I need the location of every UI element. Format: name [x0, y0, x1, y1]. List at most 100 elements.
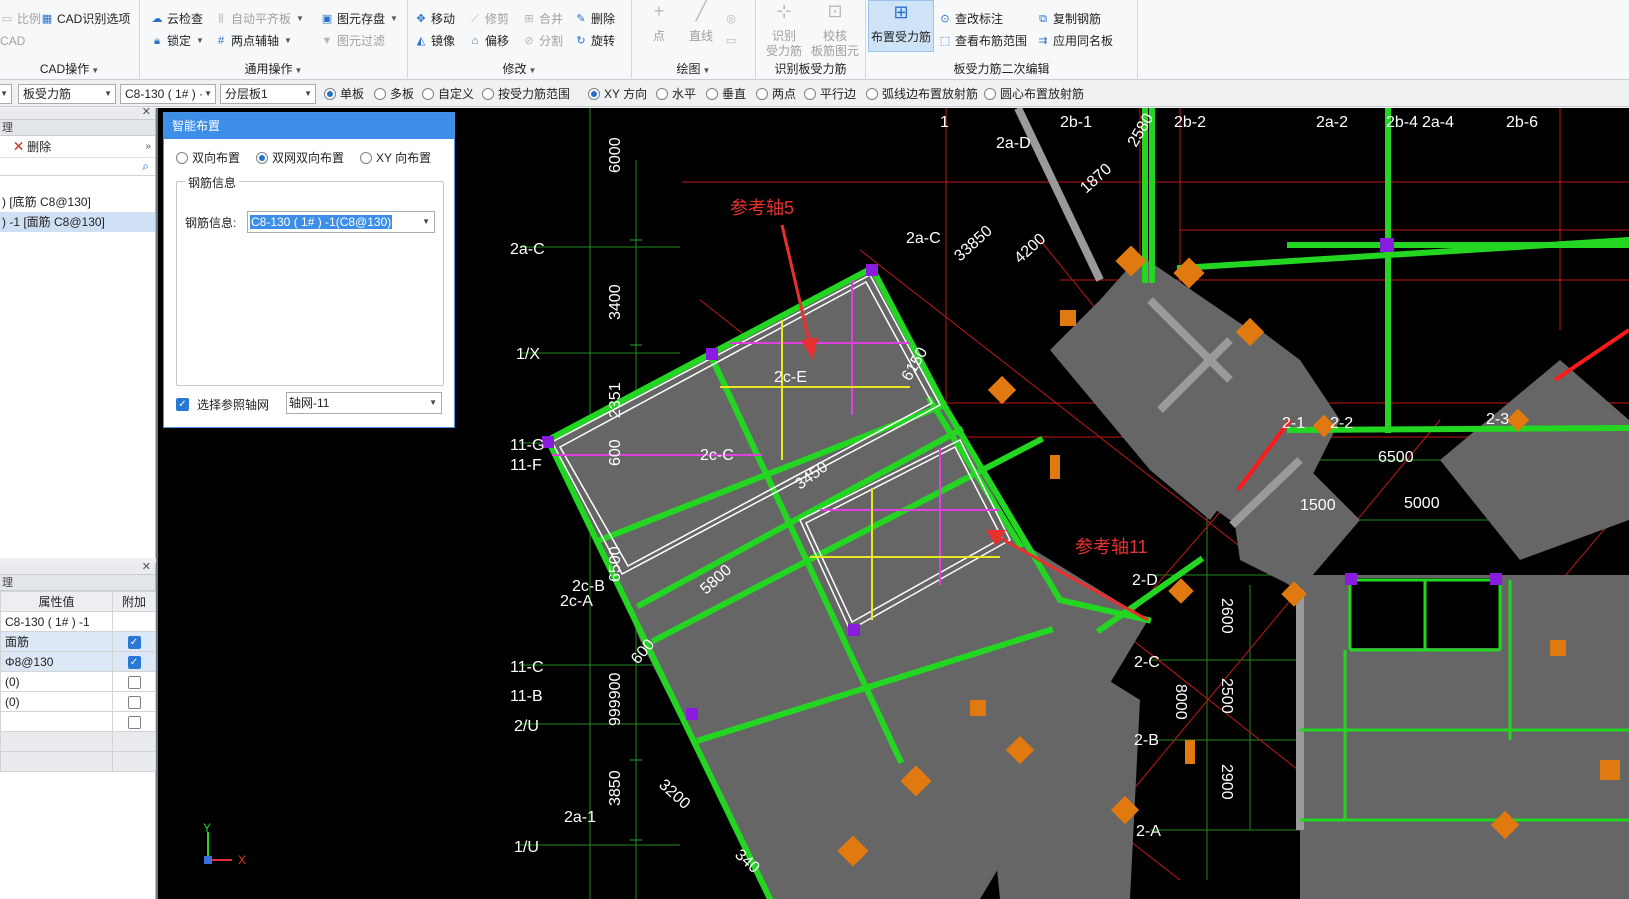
radio-horizontal[interactable]: 水平 [656, 86, 696, 102]
rebar-info-combo[interactable]: C8-130 ( 1# ) -1(C8@130) ▼ [247, 211, 435, 233]
tree-item-bottom-rebar[interactable]: ) [底筋 C8@130] [0, 192, 155, 212]
ribbon-group-draw: + 点 ╱ 直线 ◎ ▭ 绘图 ▼ [632, 0, 756, 80]
two-point-axis-button[interactable]: # 两点辅轴 ▼ [214, 31, 292, 51]
copy-rebar-button[interactable]: ⧉ 复制钢筋 [1036, 9, 1101, 29]
table-row[interactable]: Φ8@130 ✓ [0, 651, 156, 672]
ribbon-group-cad: ▭ 比例 ▦ CAD识别选项 CAD CAD操作 ▼ [0, 0, 140, 80]
cad-options-button[interactable]: ▦ CAD识别选项 [40, 9, 131, 29]
rotate-button[interactable]: ↻ 旋转 [574, 31, 615, 51]
dialog-title[interactable]: 智能布置 [164, 113, 454, 139]
col-value-header: 属性值 [0, 591, 113, 612]
radio-two-points[interactable]: 两点 [756, 86, 796, 102]
edit-label-icon: ⊙ [940, 13, 950, 25]
delete-button[interactable]: ✎ 删除 [574, 9, 615, 29]
tree-item-top-rebar[interactable]: ) -1 [面筋 C8@130] [0, 212, 155, 232]
properties-table: 属性值 附加 C8-130 ( 1# ) -1 面筋 ✓ Φ8@130 ✓ (0) … [0, 591, 156, 772]
save-element-button[interactable]: ▣ 图元存盘 ▼ [320, 9, 398, 29]
table-row[interactable]: C8-130 ( 1# ) -1 [0, 611, 156, 632]
move-button[interactable]: ✥ 移动 [414, 9, 455, 29]
filter-icon: ▼ [321, 35, 333, 47]
cad-button[interactable]: CAD [0, 31, 25, 51]
move-icon: ✥ [416, 13, 426, 25]
place-rebar-button[interactable]: ⊞ 布置受力筋 [868, 0, 934, 52]
element-type-combo[interactable]: 板受力筋 ▼ [18, 84, 116, 104]
draw-extra-button-2[interactable]: ▭ [724, 31, 738, 51]
search-icon[interactable]: ⌕ [142, 159, 149, 174]
delete-label[interactable]: 删除 [27, 138, 51, 155]
offset-button[interactable]: ⌂ 偏移 [468, 31, 509, 51]
radio-bidirectional[interactable]: 双向布置 [176, 149, 240, 166]
radio-vertical[interactable]: 垂直 [706, 86, 746, 102]
lock-button[interactable]: 🔒︎ 锁定 ▼ [150, 31, 204, 51]
draw-extra-button[interactable]: ◎ [724, 9, 738, 29]
mirror-button[interactable]: ◭ 镜像 [414, 31, 455, 51]
combo-prefix[interactable]: ▼ [0, 84, 12, 104]
radio-center-radial[interactable]: 圆心布置放射筋 [984, 86, 1084, 102]
radio-custom[interactable]: 自定义 [422, 86, 474, 102]
svg-text:2-D: 2-D [1132, 572, 1158, 589]
delete-icon[interactable]: 🗙 [14, 136, 23, 157]
table-row[interactable] [0, 711, 156, 732]
apply-same-board-button[interactable]: ⇉ 应用同名板 [1036, 31, 1113, 51]
radio-by-rebar-range[interactable]: 按受力筋范围 [482, 86, 570, 102]
ribbon-group-general: ☁ 云检查 🔒︎ 锁定 ▼ ⫼ 自动平齐板 ▼ # 两点辅轴 ▼ ▣ 图元存盘 ▼ ▼ 图元过滤 通… [140, 0, 408, 80]
ribbon-group-label-draw[interactable]: 绘图 ▼ [632, 60, 755, 77]
extra-checkbox[interactable] [127, 715, 141, 729]
auto-align-button[interactable]: ⫼ 自动平齐板 ▼ [214, 9, 303, 29]
svg-text:2b-6: 2b-6 [1506, 114, 1538, 131]
svg-text:2b-4: 2b-4 [1386, 114, 1418, 131]
annotation-ref-axis-11: 参考轴11 [1075, 537, 1148, 557]
close-icon[interactable]: ✕ [142, 560, 151, 573]
close-icon[interactable]: ✕ [142, 105, 151, 118]
ribbon: ▭ 比例 ▦ CAD识别选项 CAD CAD操作 ▼ ☁ 云检查 🔒︎ 锁定 ▼ ⫼ 自动平齐… [0, 0, 1629, 80]
layer-combo[interactable]: 分层板1 ▼ [220, 84, 316, 104]
ribbon-group-identify: ⊹ 识别 受力筋 ⊡ 校核 板筋图元 识别板受力筋 [756, 0, 866, 80]
radio-single-board[interactable]: 单板 [324, 86, 364, 102]
line-button[interactable]: ╱ 直线 [680, 0, 722, 58]
ribbon-group-label-modify[interactable]: 修改 ▼ [408, 60, 631, 77]
table-row[interactable]: 面筋 ✓ [0, 631, 156, 652]
filter-button[interactable]: ▼ 图元过滤 [320, 31, 385, 51]
radio-xy-direction[interactable]: XY 方向 [588, 86, 647, 102]
radio-xy-layout[interactable]: XY 向布置 [360, 149, 431, 166]
view-range-button[interactable]: ⬚ 查看布筋范围 [938, 31, 1027, 51]
search-input[interactable]: ⌕ [0, 158, 155, 176]
radio-arc-radial[interactable]: 弧线边布置放射筋 [866, 86, 978, 102]
ribbon-group-label-general[interactable]: 通用操作 ▼ [140, 60, 407, 77]
svg-text:2-A: 2-A [1136, 823, 1161, 840]
col-extra-header: 附加 [112, 591, 156, 612]
ref-axis-checkbox[interactable]: ✓ 选择参照轴网 [176, 396, 269, 413]
radio-multi-board[interactable]: 多板 [374, 86, 414, 102]
merge-button[interactable]: ⊞ 合并 [522, 9, 563, 29]
point-button[interactable]: + 点 [638, 0, 680, 58]
split-button[interactable]: ⊘ 分割 [522, 31, 563, 51]
offset-icon: ⌂ [471, 35, 479, 47]
identify-rebar-button[interactable]: ⊹ 识别 受力筋 [760, 0, 808, 58]
rotate-icon: ↻ [576, 35, 586, 47]
panel-titlebar: ✕ [0, 560, 155, 575]
extra-checkbox[interactable]: ✓ [127, 635, 141, 649]
ribbon-group-label-identify: 识别板受力筋 [774, 62, 847, 76]
cloud-check-button[interactable]: ☁ 云检查 [150, 9, 204, 29]
more-icon[interactable]: » [145, 141, 151, 152]
svg-text:2a-2: 2a-2 [1316, 114, 1348, 131]
scale-button[interactable]: ▭ 比例 [0, 9, 41, 29]
table-row[interactable]: (0) [0, 671, 156, 692]
copy-icon: ⧉ [1039, 13, 1047, 25]
svg-text:Y: Y [203, 821, 211, 835]
extra-checkbox[interactable]: ✓ [127, 655, 141, 669]
svg-text:2-1: 2-1 [1282, 415, 1305, 432]
check-rebar-button[interactable]: ⊡ 校核 板筋图元 [808, 0, 862, 58]
edit-label-button[interactable]: ⊙ 查改标注 [938, 9, 1003, 29]
table-row[interactable]: (0) [0, 691, 156, 712]
ribbon-group-label-cad[interactable]: CAD操作 ▼ [0, 60, 139, 77]
rebar-spec-combo[interactable]: C8-130 ( 1# ) · ▼ [120, 84, 216, 104]
trim-button[interactable]: ⟋ 修剪 [468, 9, 509, 29]
ref-axis-combo[interactable]: 轴网-11 ▼ [286, 392, 442, 414]
extra-checkbox[interactable] [127, 695, 141, 709]
align-icon: ⫼ [218, 13, 224, 25]
radio-parallel-edge[interactable]: 平行边 [804, 86, 856, 102]
svg-text:8000: 8000 [1172, 684, 1189, 720]
extra-checkbox[interactable] [127, 675, 141, 689]
radio-double-net-bidirectional[interactable]: 双网双向布置 [256, 149, 344, 166]
